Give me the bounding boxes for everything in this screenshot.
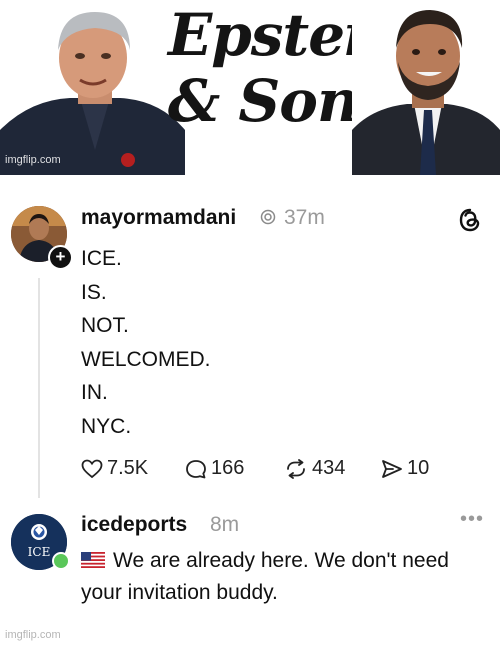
meme-banner: Epstein & Son imgflip.com — [0, 0, 500, 175]
heart-icon — [81, 459, 103, 478]
reply-count: 166 — [211, 457, 245, 479]
post-actions-bar: 7.5K 166 434 10 — [81, 457, 461, 487]
post-body: We are already here. We don't need your … — [81, 545, 481, 609]
post-timestamp: 37m — [284, 206, 325, 229]
repost-icon — [287, 458, 305, 479]
post-line: NOT. — [81, 314, 129, 337]
banner-title-line2: & Son — [167, 67, 359, 135]
banner-title: Epstein & Son — [168, 1, 407, 130]
post-text: We are already here. We don't need your … — [81, 549, 449, 604]
repost-count: 434 — [312, 457, 346, 479]
follow-plus-icon[interactable]: + — [48, 245, 73, 270]
comment-icon — [186, 459, 206, 478]
share-count: 10 — [407, 457, 430, 479]
banner-title-line1: Epstein — [168, 1, 407, 69]
like-button[interactable]: 7.5K — [81, 457, 148, 480]
post-line: NYC. — [81, 414, 132, 438]
reply-button[interactable]: 166 — [185, 457, 244, 480]
post-username[interactable]: icedeports — [81, 513, 187, 537]
us-flag-icon — [81, 552, 105, 568]
send-icon — [382, 459, 402, 478]
like-count: 7.5K — [107, 457, 149, 479]
post-line: ICE. — [81, 247, 122, 270]
post-timestamp: 8m — [210, 513, 240, 536]
avatar-initials: ICE — [28, 545, 51, 559]
watermark: imgflip.com — [5, 154, 61, 166]
watermark: imgflip.com — [5, 629, 61, 641]
repost-button[interactable]: 434 — [284, 457, 345, 480]
more-options-icon[interactable]: ••• — [460, 508, 484, 531]
online-status-dot — [52, 552, 70, 570]
threads-logo-icon[interactable] — [459, 208, 481, 238]
post-line: IS. — [81, 280, 107, 304]
verified-icon — [260, 209, 276, 230]
post-body: ICE. IS. NOT. WELCOMED. IN. NYC. — [81, 242, 211, 443]
post-username[interactable]: mayormamdani — [81, 206, 236, 230]
post-line: IN. — [81, 381, 108, 404]
post-line: WELCOMED. — [81, 347, 211, 371]
right-portrait-image — [352, 0, 500, 175]
thread-connector-line — [38, 278, 40, 498]
share-button[interactable]: 10 — [381, 457, 429, 480]
